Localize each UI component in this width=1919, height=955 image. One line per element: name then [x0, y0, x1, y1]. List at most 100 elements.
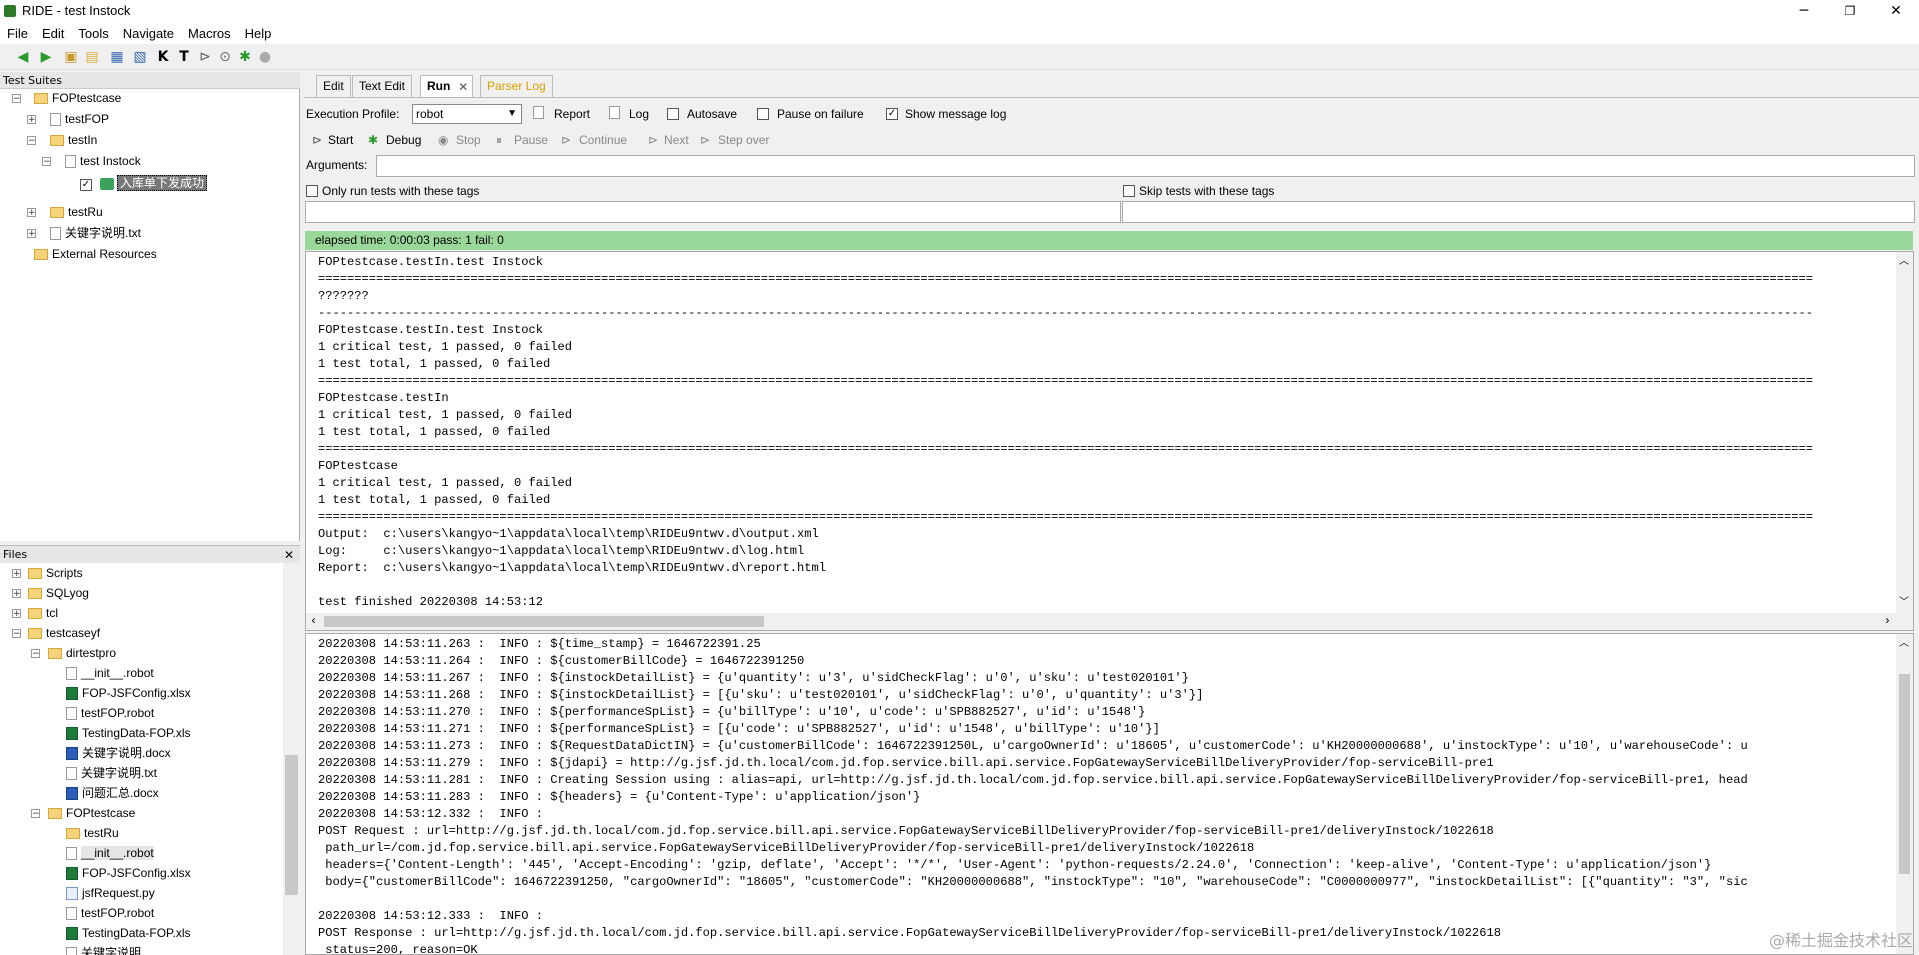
scroll-down-icon[interactable]: ﹀ — [1899, 595, 1909, 612]
tree-node-keywords-txt[interactable]: 关键字说明.txt — [50, 224, 141, 242]
file-item[interactable]: FOP-JSFConfig.xlsx — [66, 864, 191, 882]
collapse-icon[interactable]: − — [31, 809, 40, 819]
new-folder-icon[interactable]: ▤ — [83, 48, 101, 66]
report-button[interactable]: Report — [554, 106, 590, 122]
tree-node-foptestcase[interactable]: FOPtestcase — [34, 89, 121, 107]
step-icon[interactable]: ⊳ — [196, 48, 214, 66]
menu-tools[interactable]: Tools — [71, 24, 115, 44]
step-over-button[interactable]: Step over — [718, 132, 769, 148]
tab-edit[interactable]: Edit — [316, 75, 351, 98]
skip-tags-checkbox[interactable] — [1123, 185, 1135, 197]
menu-navigate[interactable]: Navigate — [116, 24, 181, 44]
file-item[interactable]: jsfRequest.py — [66, 884, 155, 902]
menu-help[interactable]: Help — [238, 24, 279, 44]
autosave-checkbox[interactable] — [667, 108, 679, 120]
close-tab-icon[interactable]: ✕ — [458, 77, 468, 97]
test-icon[interactable]: T — [175, 48, 193, 66]
file-item[interactable]: testFOP.robot — [66, 904, 154, 922]
collapse-icon[interactable]: − — [31, 649, 40, 659]
menu-file[interactable]: File — [0, 24, 35, 44]
output-vertical-scrollbar[interactable]: ︿ ﹀ — [1896, 252, 1913, 614]
file-item[interactable]: 问题汇总.docx — [66, 784, 159, 802]
file-item[interactable]: Scripts — [28, 564, 83, 582]
collapse-icon[interactable]: − — [27, 136, 36, 146]
expand-icon[interactable]: + — [27, 115, 36, 125]
start-button[interactable]: Start — [328, 132, 353, 148]
minimize-button[interactable]: ─ — [1781, 0, 1827, 24]
message-log-vertical-scrollbar[interactable]: ︿ — [1896, 634, 1913, 954]
tree-node-testfop[interactable]: testFOP — [50, 110, 109, 128]
menu-edit[interactable]: Edit — [35, 24, 71, 44]
expand-icon[interactable]: + — [27, 208, 36, 218]
file-item[interactable]: FOPtestcase — [48, 804, 135, 822]
debug-bug-icon[interactable]: ✱ — [236, 48, 254, 66]
execution-profile-select[interactable]: robot ▼ — [412, 104, 522, 124]
tab-run[interactable]: Run ✕ — [420, 75, 474, 98]
file-item[interactable]: testFOP.robot — [66, 704, 154, 722]
close-button[interactable]: ✕ — [1873, 0, 1919, 24]
skip-tags-input[interactable] — [1122, 201, 1915, 223]
file-item[interactable]: FOP-JSFConfig.xlsx — [66, 684, 191, 702]
expand-icon[interactable]: + — [12, 609, 21, 619]
close-files-icon[interactable]: ✕ — [284, 546, 294, 564]
save-icon[interactable]: ▦ — [108, 48, 126, 66]
file-item[interactable]: tcl — [28, 604, 58, 622]
file-item[interactable]: TestingData-FOP.xls — [66, 724, 191, 742]
tab-parser-log[interactable]: Parser Log — [480, 75, 553, 98]
file-item[interactable]: testRu — [66, 824, 119, 842]
maximize-button[interactable]: ❐ — [1827, 0, 1873, 24]
expand-icon[interactable]: + — [27, 229, 36, 239]
debug-button[interactable]: Debug — [386, 132, 421, 148]
file-item[interactable]: testcaseyf — [28, 624, 100, 642]
save-all-icon[interactable]: ▧ — [131, 48, 149, 66]
file-item[interactable]: 关键字说明... — [66, 944, 151, 955]
output-horizontal-scrollbar[interactable]: ‹ › — [306, 613, 1913, 630]
scroll-up-icon[interactable]: ︿ — [1899, 636, 1909, 653]
expand-icon[interactable]: + — [12, 569, 21, 579]
tree-node-external-resources[interactable]: External Resources — [34, 245, 157, 263]
tab-text-edit[interactable]: Text Edit — [352, 75, 413, 98]
python-icon — [66, 887, 78, 901]
vertical-scroll-thumb[interactable] — [1899, 674, 1910, 874]
log-button[interactable]: Log — [629, 106, 649, 122]
continue-button[interactable]: Continue — [579, 132, 627, 148]
forward-arrow-icon[interactable]: ▶ — [37, 48, 55, 66]
file-item[interactable]: 关键字说明.txt — [66, 764, 157, 782]
scroll-left-icon[interactable]: ‹ — [310, 613, 317, 630]
collapse-icon[interactable]: − — [42, 157, 51, 167]
open-folder-icon[interactable]: ▣ — [62, 48, 80, 66]
tree-node-testru[interactable]: testRu — [50, 203, 103, 221]
file-item[interactable]: __init__.robot — [66, 664, 154, 682]
only-run-tags-input[interactable] — [305, 201, 1121, 223]
tree-node-keyword[interactable]: 入库单下发成功 — [100, 174, 208, 192]
run-icon[interactable]: ⊙ — [216, 48, 234, 66]
scroll-right-icon[interactable]: › — [1884, 613, 1891, 630]
only-run-tags-checkbox[interactable] — [306, 185, 318, 197]
expand-icon[interactable]: + — [12, 589, 21, 599]
stop-button[interactable]: Stop — [456, 132, 481, 148]
message-log-console[interactable]: 20220308 14:53:11.263 : INFO : ${time_st… — [305, 633, 1914, 955]
file-item[interactable]: SQLyog — [28, 584, 89, 602]
test-checkbox[interactable]: ✓ — [80, 179, 92, 191]
show-message-log-checkbox[interactable]: ✓ — [886, 108, 898, 120]
horizontal-scroll-thumb[interactable] — [324, 616, 764, 627]
tree-node-test-instock[interactable]: test Instock — [65, 152, 141, 170]
file-item[interactable]: __init__.robot — [66, 844, 154, 862]
tree-node-testin[interactable]: testIn — [50, 131, 97, 149]
file-item[interactable]: TestingData-FOP.xls — [66, 924, 191, 942]
output-console[interactable]: FOPtestcase.testIn.test Instock ========… — [305, 251, 1914, 631]
back-arrow-icon[interactable]: ◀ — [14, 48, 32, 66]
menu-macros[interactable]: Macros — [181, 24, 238, 44]
keyword-icon[interactable]: K — [154, 48, 172, 66]
collapse-icon[interactable]: − — [12, 94, 21, 104]
collapse-icon[interactable]: − — [12, 629, 21, 639]
stop-icon[interactable]: ● — [256, 48, 274, 66]
file-item[interactable]: dirtestpro — [48, 644, 116, 662]
pause-button[interactable]: Pause — [514, 132, 548, 148]
scroll-up-icon[interactable]: ︿ — [1899, 254, 1909, 271]
files-scrollbar-thumb[interactable] — [285, 755, 298, 895]
pause-on-failure-checkbox[interactable] — [757, 108, 769, 120]
next-button[interactable]: Next — [664, 132, 689, 148]
arguments-input[interactable] — [376, 155, 1915, 177]
file-item[interactable]: 关键字说明.docx — [66, 744, 171, 762]
